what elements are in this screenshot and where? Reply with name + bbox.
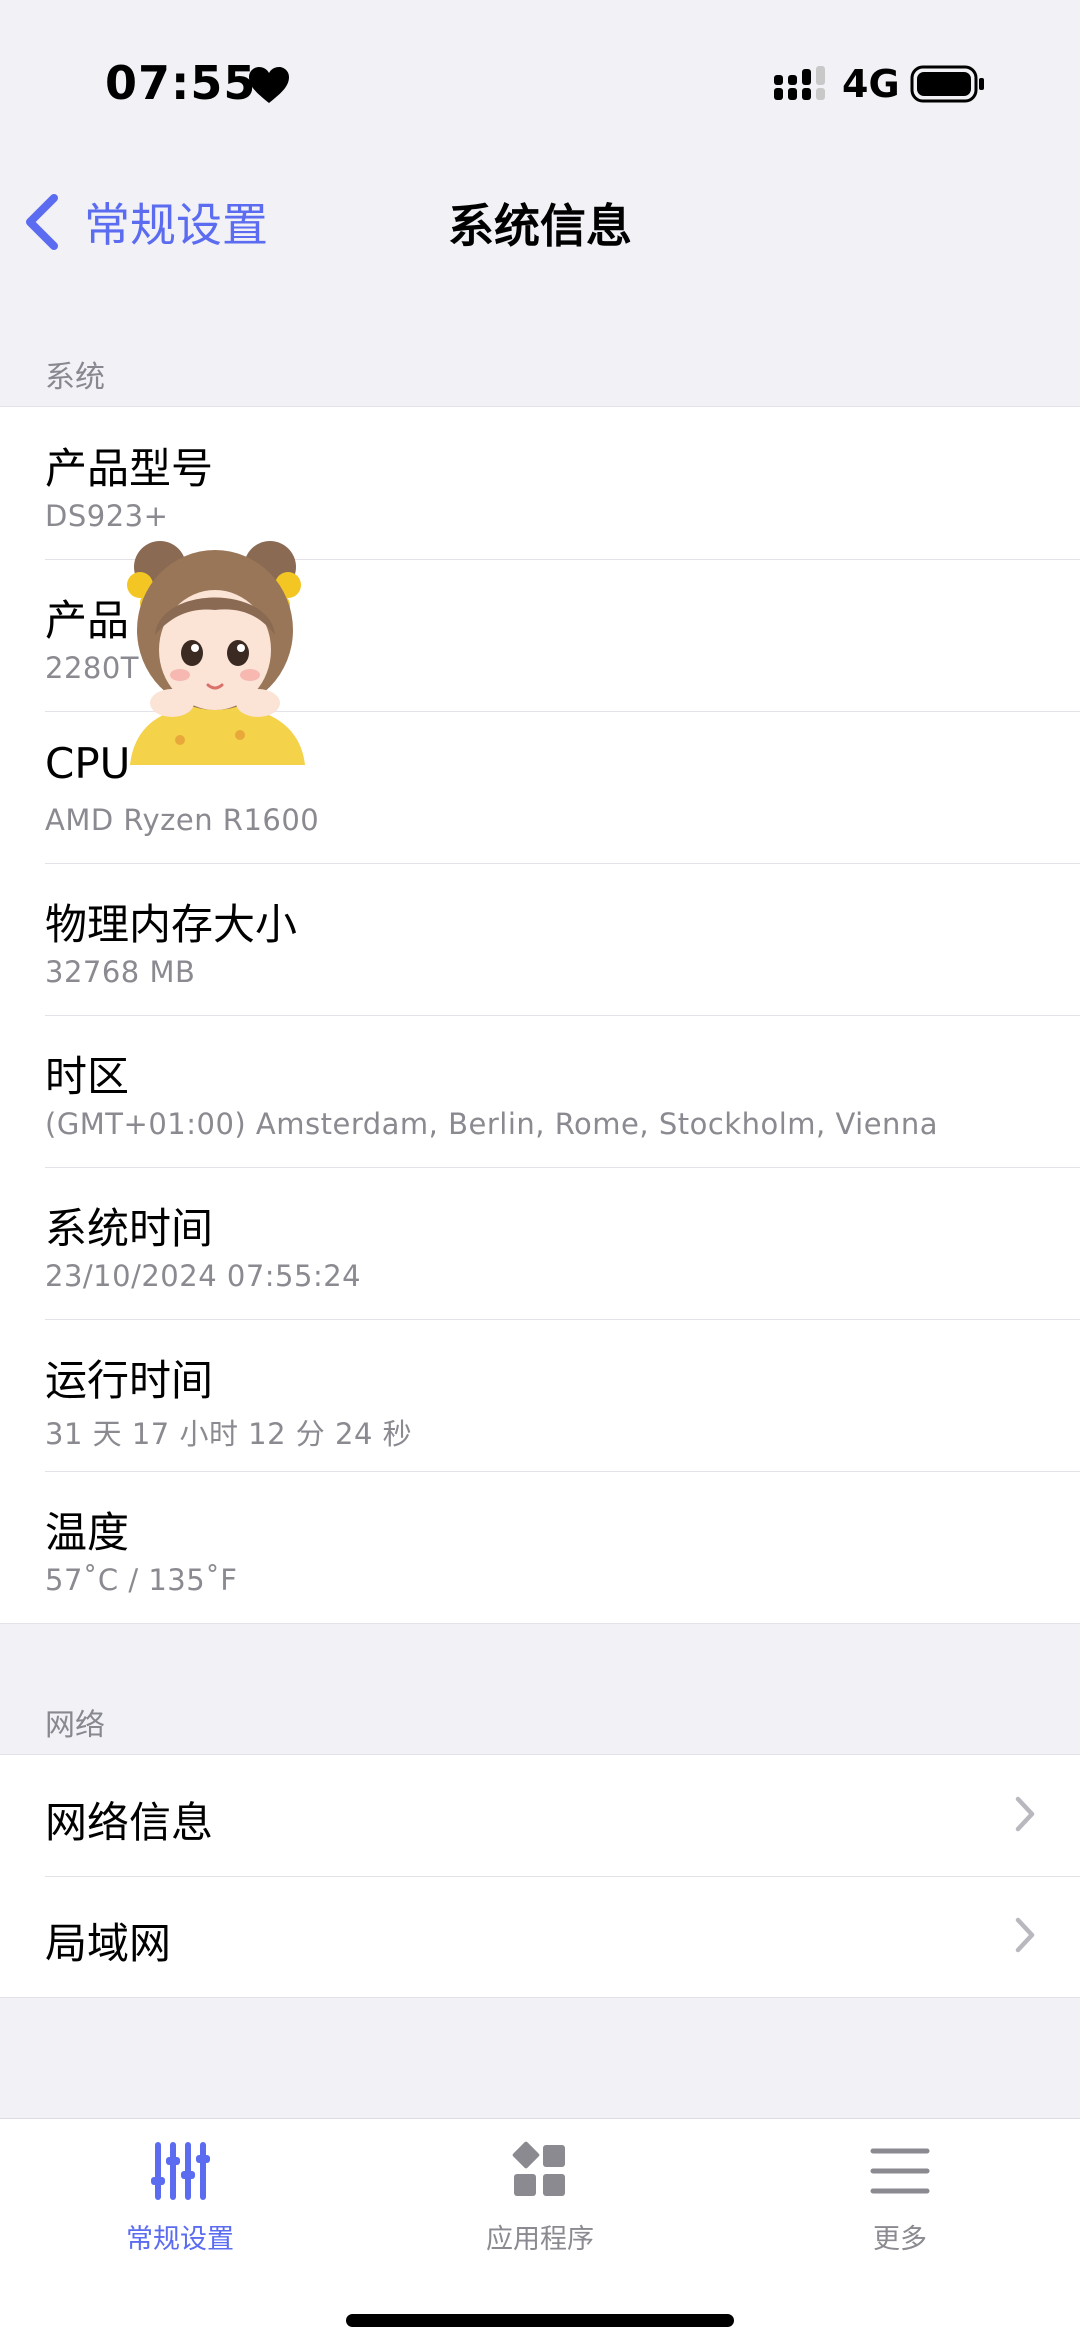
row-title: 物理内存大小 — [45, 900, 298, 949]
row-title: 网络信息 — [45, 1798, 214, 1847]
chevron-right-icon — [1015, 1917, 1035, 1953]
cellular-signal-icon — [774, 66, 825, 100]
navigation-bar: 常规设置 系统信息 — [0, 170, 1080, 270]
row-title: 产品型号 — [45, 444, 214, 493]
home-indicator[interactable] — [346, 2314, 734, 2327]
apps-icon — [512, 2141, 565, 2196]
info-row-system-time: 系统时间 23/10/2024 07:55:24 — [0, 1167, 1080, 1319]
battery-icon — [910, 65, 984, 103]
status-bar: 07:55 4G — [0, 0, 1080, 170]
page-title: 系统信息 — [448, 199, 632, 253]
info-row-memory: 物理内存大小 32768 MB — [0, 863, 1080, 1015]
network-info-row[interactable]: 网络信息 — [0, 1755, 1080, 1876]
lan-row[interactable]: 局域网 — [0, 1876, 1080, 1997]
row-title: 运行时间 — [45, 1356, 214, 1405]
tab-more[interactable]: 更多 — [720, 2119, 1080, 2269]
row-title: 时区 — [45, 1052, 130, 1101]
row-value: 31 天 17 小时 12 分 24 秒 — [45, 1417, 413, 1451]
section-header-system: 系统 — [45, 360, 105, 395]
row-value: 32768 MB — [45, 955, 196, 989]
network-type: 4G — [842, 62, 900, 106]
info-row-timezone: 时区 (GMT+01:00) Amsterdam, Berlin, Rome, … — [0, 1015, 1080, 1167]
menu-icon — [870, 2148, 930, 2194]
sliders-icon — [151, 2142, 210, 2200]
tab-label: 更多 — [873, 2224, 927, 2255]
row-value: (GMT+01:00) Amsterdam, Berlin, Rome, Sto… — [45, 1107, 939, 1141]
tab-apps[interactable]: 应用程序 — [360, 2119, 720, 2269]
row-title: 系统时间 — [45, 1204, 214, 1253]
tab-label: 应用程序 — [486, 2224, 594, 2255]
info-row-temperature: 温度 57˚C / 135˚F — [0, 1471, 1080, 1623]
tab-general-settings[interactable]: 常规设置 — [0, 2119, 360, 2269]
heart-icon — [249, 67, 289, 103]
info-row-uptime: 运行时间 31 天 17 小时 12 分 24 秒 — [0, 1319, 1080, 1471]
row-title: 温度 — [45, 1508, 130, 1557]
section-header-network: 网络 — [45, 1708, 105, 1743]
chevron-right-icon — [1015, 1796, 1035, 1832]
network-list: 网络信息 局域网 — [0, 1754, 1080, 1998]
row-value: 23/10/2024 07:55:24 — [45, 1259, 362, 1293]
tab-label: 常规设置 — [126, 2224, 234, 2255]
row-value: 57˚C / 135˚F — [45, 1563, 238, 1597]
status-time: 07:55 — [105, 56, 257, 110]
row-value: AMD Ryzen R1600 — [45, 803, 320, 837]
row-title: 局域网 — [45, 1919, 172, 1968]
cartoon-girl-sticker[interactable] — [110, 525, 320, 765]
